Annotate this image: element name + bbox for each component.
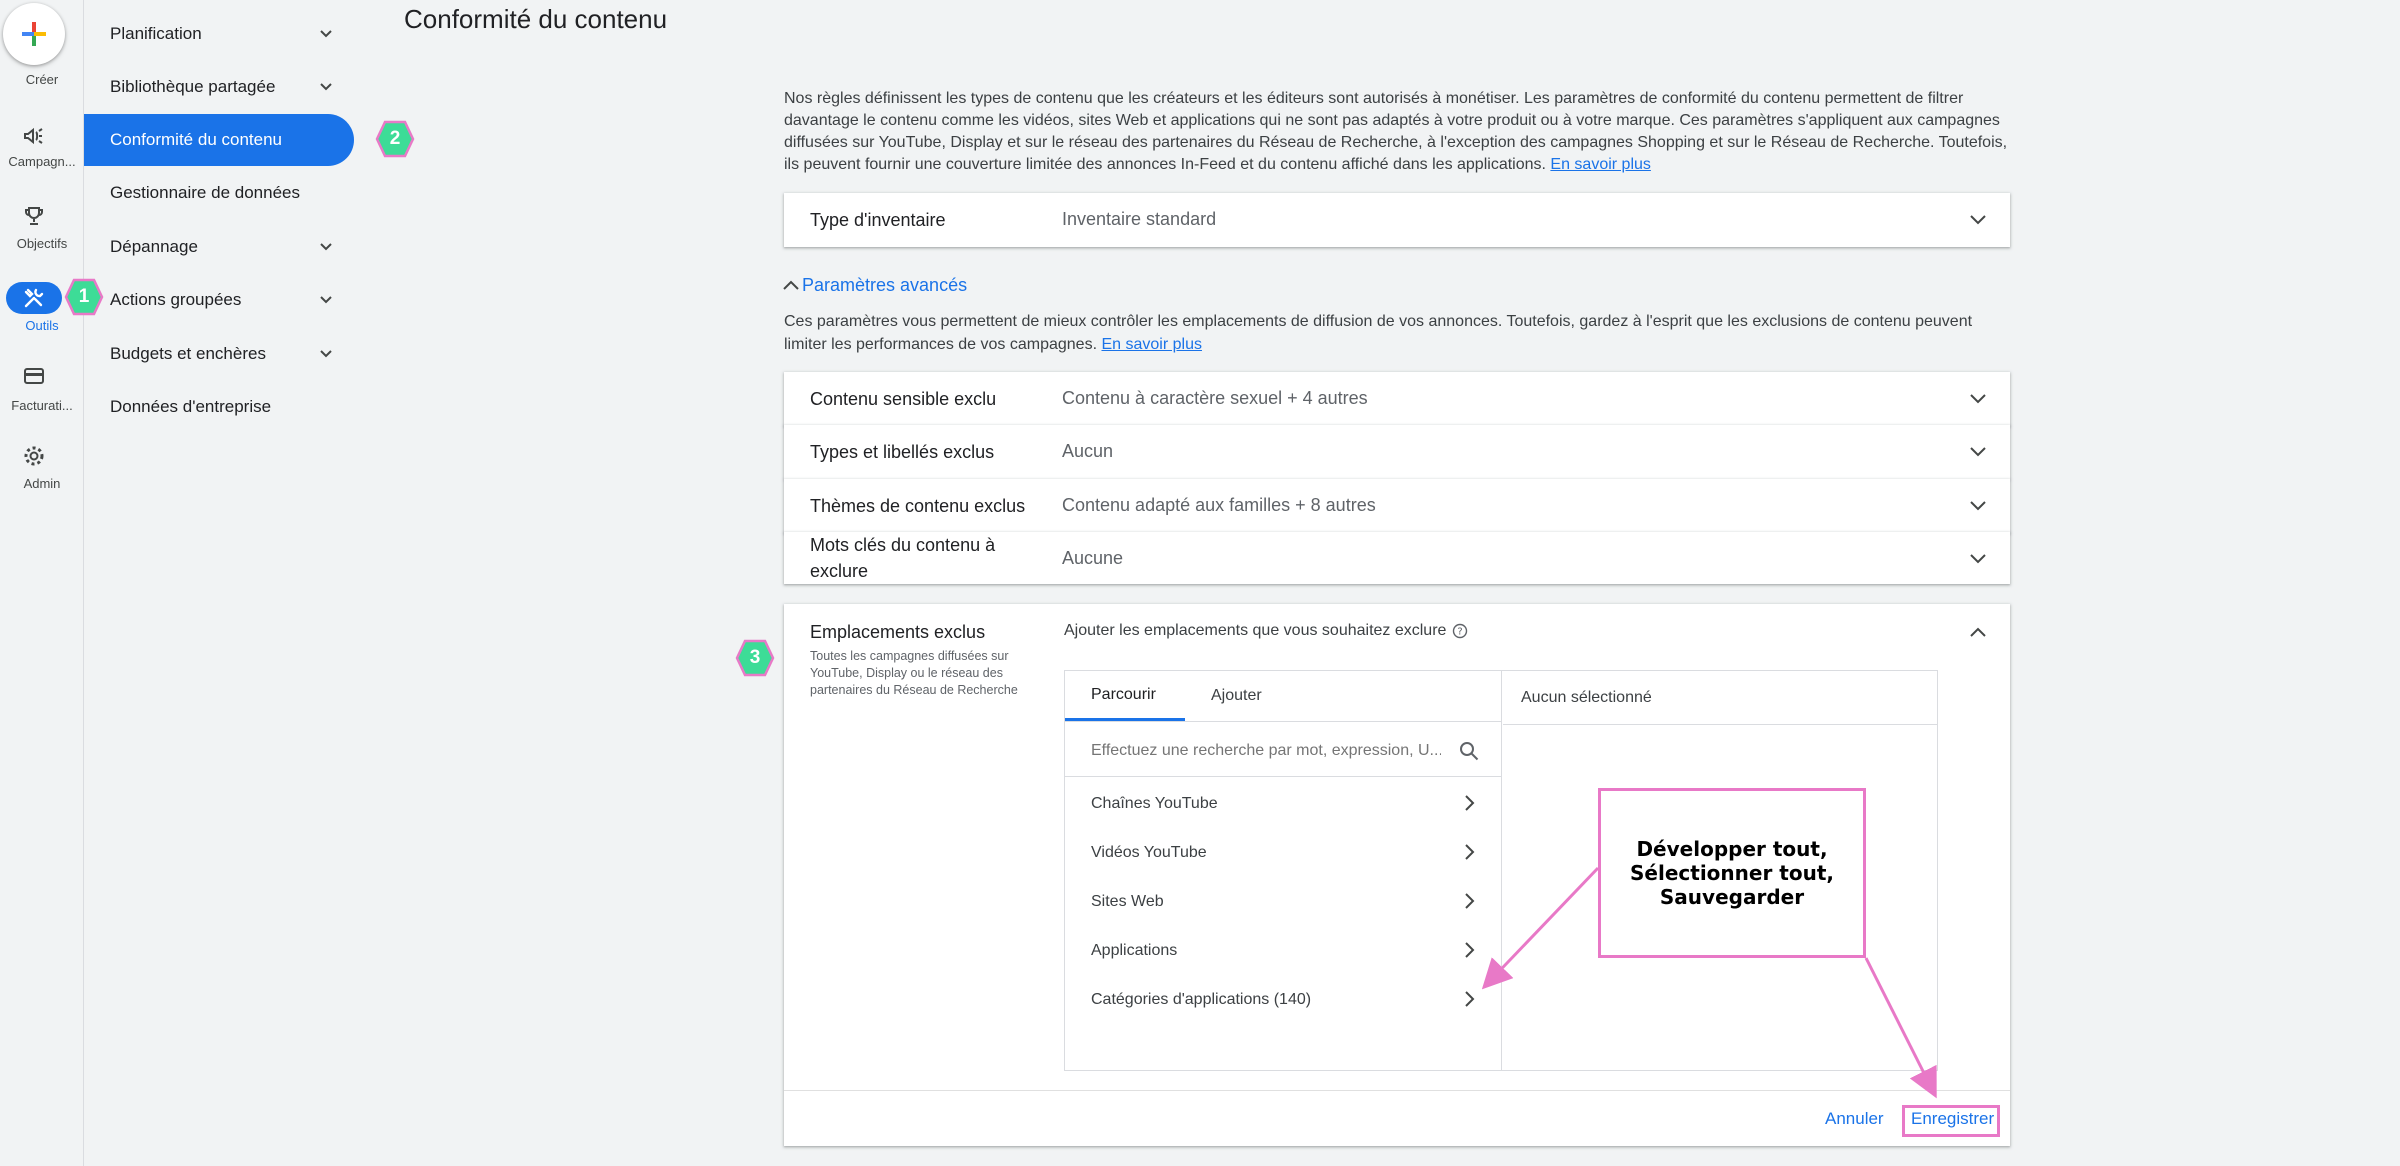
chevron-right-icon [1465,844,1475,860]
nav-content-suitability[interactable]: Conformité du contenu [84,114,354,166]
chevron-down-icon [1970,554,1986,564]
search-icon[interactable] [1459,741,1479,761]
row-value: Inventaire standard [1062,209,1217,229]
excluded-keywords-row[interactable]: Mots clés du contenu à exclure Aucune [784,532,2010,584]
tools-icon [24,288,44,308]
advanced-settings-description: Ces paramètres vous permettent de mieux … [784,313,1973,353]
row-title: Mots clés du contenu à exclure [810,535,996,581]
browse-column: Parcourir Ajouter Chaînes YouTube Vidéos… [1065,671,1502,1070]
billing-label[interactable]: Facturati... [0,398,84,413]
save-button-highlight [1902,1105,2000,1137]
nav-label: Données d'entreprise [110,397,272,416]
placements-subtitle: Toutes les campagnes diffusées sur YouTu… [810,649,1018,697]
help-icon[interactable]: ? [1452,623,1468,639]
chevron-down-icon [320,30,332,38]
tab-add[interactable]: Ajouter [1211,671,1281,721]
chevron-right-icon [1465,795,1475,811]
category-app-categories[interactable]: Catégories d'applications (140) [1065,975,1501,1024]
chevron-up-icon [783,280,799,290]
row-title: Types et libellés exclus [810,442,995,462]
chevron-down-icon [320,296,332,304]
nav-data-manager[interactable]: Gestionnaire de données [84,167,354,219]
excluded-themes-row[interactable]: Thèmes de contenu exclus Contenu adapté … [784,479,2010,533]
excluded-types-row[interactable]: Types et libellés exclus Aucun [784,425,2010,479]
tab-browse[interactable]: Parcourir [1065,671,1185,721]
inventory-type-row[interactable]: Type d'inventaire Inventaire standard [784,193,2010,247]
nav-shared-library[interactable]: Bibliothèque partagée [84,61,354,113]
admin-label[interactable]: Admin [0,476,84,491]
row-value: Aucun [1062,441,1114,461]
advanced-settings-toggle[interactable]: Paramètres avancés [780,274,967,296]
cancel-button[interactable]: Annuler [1825,1109,1884,1129]
chevron-down-icon [320,350,332,358]
tools-label[interactable]: Outils [0,318,84,333]
step-badge-2: 2 [375,119,415,159]
intro-body: Nos règles définissent les types de cont… [784,90,2008,173]
category-youtube-videos[interactable]: Vidéos YouTube [1065,828,1501,877]
category-youtube-channels[interactable]: Chaînes YouTube [1065,779,1501,828]
nav-bulk-actions[interactable]: Actions groupées [84,274,354,326]
nav-label: Actions groupées [110,290,242,309]
nav-label: Gestionnaire de données [110,183,300,202]
intro-text: Nos règles définissent les types de cont… [784,88,2014,176]
placements-title: Emplacements exclus [810,622,986,642]
step-badge-1: 1 [64,277,104,317]
credit-card-icon[interactable] [22,364,46,388]
trophy-icon[interactable] [22,204,46,228]
page-title: Conformité du contenu [404,4,668,34]
placements-prompt-row: Ajouter les emplacements que vous souhai… [1064,622,1468,640]
row-value: Contenu à caractère sexuel + 4 autres [1062,388,1368,408]
nav-budgets-bidding[interactable]: Budgets et enchères [84,328,354,380]
chevron-up-icon[interactable] [1968,622,1988,642]
annotation-callout: Développer tout, Sélectionner tout, Sauv… [1598,788,1866,958]
create-label: Créer [25,72,59,87]
category-websites[interactable]: Sites Web [1065,877,1501,926]
chevron-right-icon [1465,893,1475,909]
step-badge-3: 3 [735,638,775,678]
chevron-right-icon [1465,991,1475,1007]
create-button[interactable] [3,3,65,65]
chevron-down-icon [1970,215,1986,225]
megaphone-icon[interactable] [22,124,46,148]
chevron-down-icon [1970,447,1986,457]
chevron-down-icon [1970,501,1986,511]
row-title: Type d'inventaire [810,210,946,230]
footer-divider [784,1090,2010,1091]
tools-rail-item[interactable] [6,282,62,314]
learn-more-link[interactable]: En savoir plus [1550,156,1651,173]
nav-label: Bibliothèque partagée [110,77,276,96]
left-rail: Créer Campagn... Objectifs Outils Factur… [0,0,84,1166]
row-value: Contenu adapté aux familles + 8 autres [1062,495,1376,515]
selected-header: Aucun sélectionné [1521,689,1652,706]
nav-label: Conformité du contenu [110,130,282,149]
category-apps[interactable]: Applications [1065,926,1501,975]
chevron-down-icon [320,83,332,91]
sensitive-content-row[interactable]: Contenu sensible exclu Contenu à caractè… [784,372,2010,426]
learn-more-link[interactable]: En savoir plus [1101,336,1202,353]
search-input[interactable] [1091,737,1441,765]
row-value: Aucune [1062,548,1124,568]
row-title: Thèmes de contenu exclus [810,496,1026,516]
chevron-right-icon [1465,942,1475,958]
nav-label: Budgets et enchères [110,344,266,363]
nav-troubleshooting[interactable]: Dépannage [84,221,354,273]
nav-label: Dépannage [110,237,198,256]
svg-text:?: ? [1458,627,1463,638]
chevron-down-icon [1970,394,1986,404]
advanced-settings-label: Paramètres avancés [802,274,968,295]
campaigns-label[interactable]: Campagn... [0,154,84,169]
chevron-down-icon [320,243,332,251]
plus-icon [22,22,46,46]
row-title: Contenu sensible exclu [810,389,997,409]
placements-prompt: Ajouter les emplacements que vous souhai… [1064,622,1447,639]
selected-divider [1503,724,1937,725]
goals-label[interactable]: Objectifs [0,236,84,251]
gear-icon[interactable] [22,444,46,468]
nav-planification[interactable]: Planification [84,8,354,60]
nav-business-data[interactable]: Données d'entreprise [84,381,354,433]
search-row [1065,725,1501,777]
nav-label: Planification [110,24,202,43]
tabs-divider [1065,721,1501,722]
